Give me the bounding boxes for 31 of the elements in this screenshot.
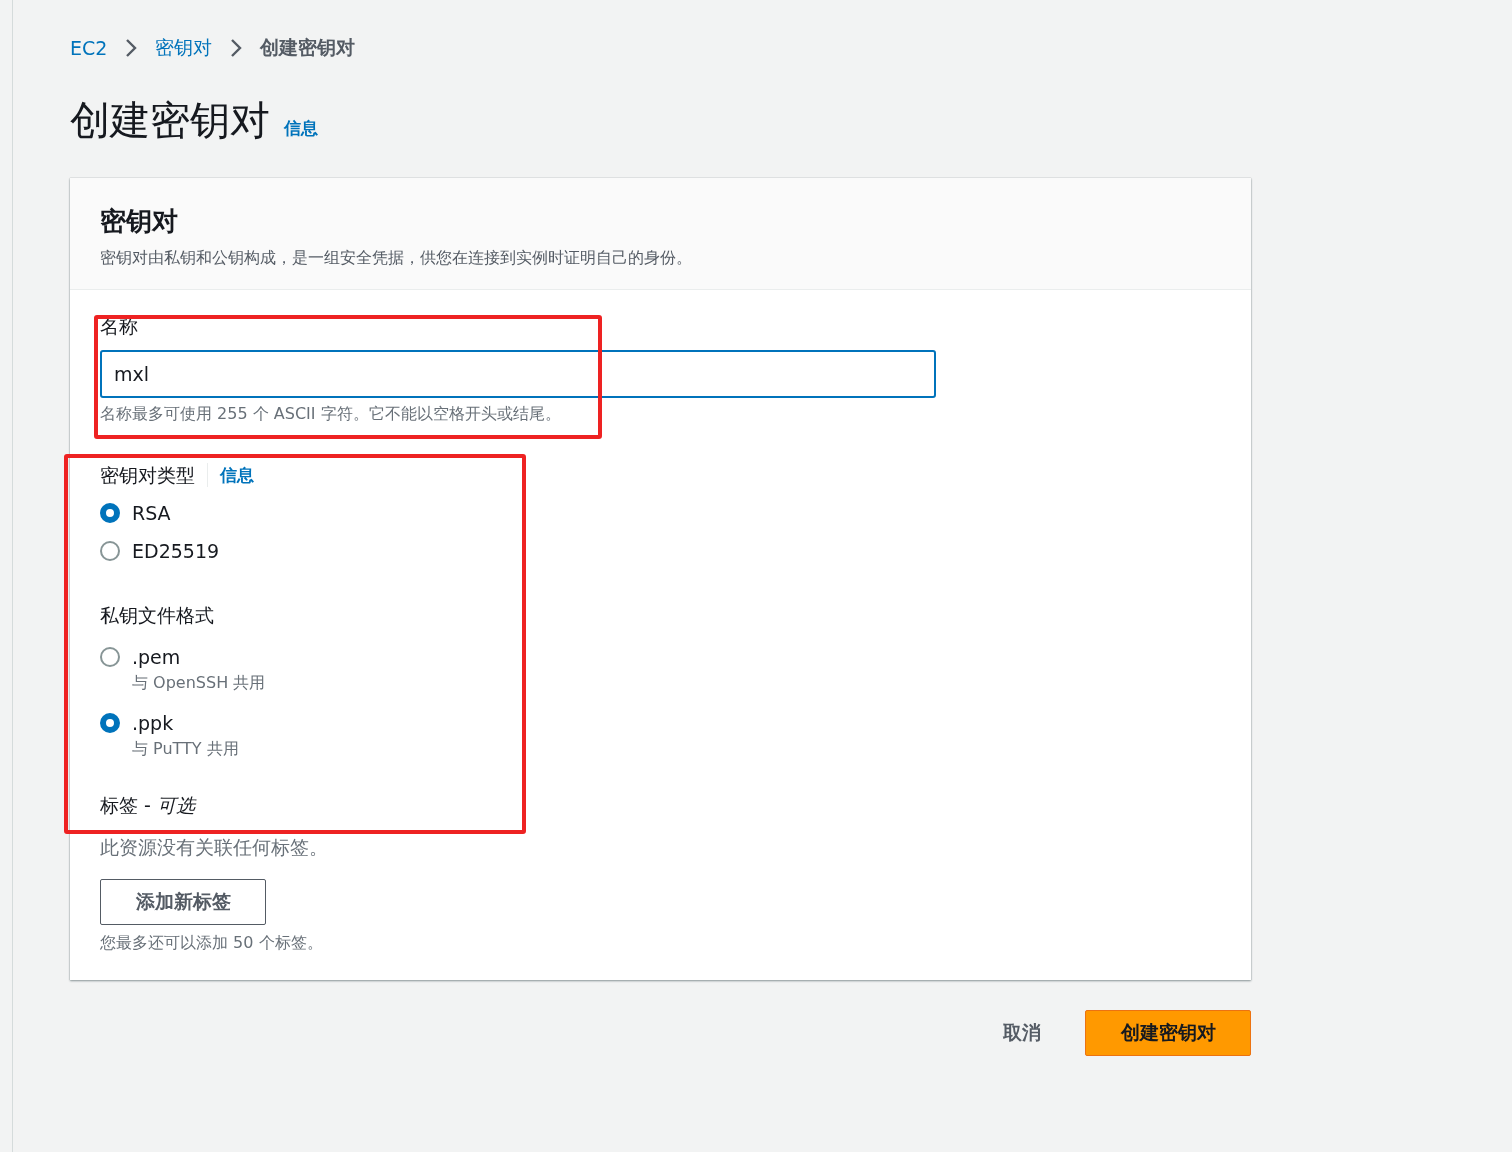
field-label: 私钥文件格式 xyxy=(100,603,215,628)
radio-button[interactable] xyxy=(100,541,120,561)
chevron-right-icon xyxy=(125,38,138,58)
radio-button[interactable] xyxy=(100,647,120,667)
breadcrumb-link[interactable]: EC2 xyxy=(70,37,108,59)
radio-button[interactable] xyxy=(100,503,120,523)
field-label: 密钥对类型 xyxy=(100,463,195,488)
empty-tags-text: 此资源没有关联任何标签。 xyxy=(100,835,329,860)
radio-description: 与 PuTTY 共用 xyxy=(132,738,239,760)
breadcrumb-current: 创建密钥对 xyxy=(260,35,356,60)
panel-description: 密钥对由私钥和公钥构成，是一组安全凭据，供您在连接到实例时证明自己的身份。 xyxy=(100,248,693,269)
cancel-button[interactable]: 取消 xyxy=(999,1010,1045,1056)
field-label: 名称 xyxy=(100,314,139,339)
radio-label: .pem xyxy=(132,645,181,670)
radio-label: ED25519 xyxy=(132,539,220,564)
page-title: 创建密钥对 xyxy=(70,96,270,145)
create-key-pair-button[interactable]: 创建密钥对 xyxy=(1085,1010,1251,1056)
info-link[interactable]: 信息 xyxy=(284,117,318,140)
field-hint: 名称最多可使用 255 个 ASCII 字符。它不能以空格开头或结尾。 xyxy=(100,404,562,425)
breadcrumb-link[interactable]: 密钥对 xyxy=(155,35,213,61)
name-input[interactable]: mxl xyxy=(100,350,936,398)
radio-button[interactable] xyxy=(100,713,120,733)
add-tag-button[interactable]: 添加新标签 xyxy=(100,879,266,925)
info-link[interactable]: 信息 xyxy=(220,463,254,487)
radio-label: .ppk xyxy=(132,711,174,736)
tag-limit-text: 您最多还可以添加 50 个标签。 xyxy=(100,933,324,954)
radio-label: RSA xyxy=(132,501,171,526)
radio-description: 与 OpenSSH 共用 xyxy=(132,672,266,694)
chevron-right-icon xyxy=(230,38,243,58)
field-label: 标签 - 可选 xyxy=(100,793,198,818)
panel-title: 密钥对 xyxy=(100,205,179,238)
